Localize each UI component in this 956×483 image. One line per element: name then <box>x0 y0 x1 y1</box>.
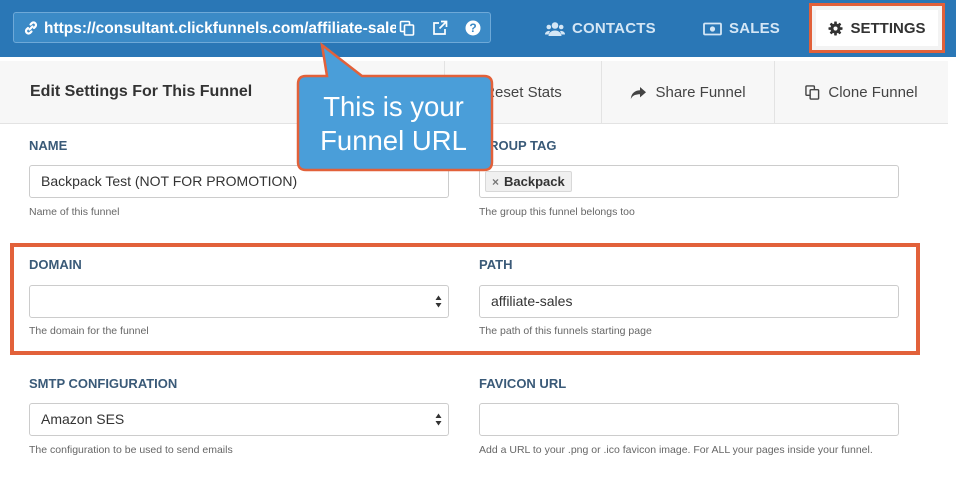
favicon-help: Add a URL to your .png or .ico favicon i… <box>479 444 873 456</box>
group-tag-label: GROUP TAG <box>479 138 557 153</box>
money-icon <box>703 22 722 35</box>
group-tag-help: The group this funnel belongs too <box>479 206 635 218</box>
funnel-url-text[interactable]: https://consultant.clickfunnels.com/affi… <box>44 19 396 39</box>
select-arrows-icon <box>435 413 442 426</box>
domain-path-highlight <box>10 243 920 355</box>
users-icon <box>545 21 565 36</box>
nav-sales-label: SALES <box>729 20 781 37</box>
panel-header: Edit Settings For This Funnel Reset Stat… <box>0 61 948 124</box>
clone-icon <box>805 85 820 100</box>
name-input[interactable]: Backpack Test (NOT FOR PROMOTION) <box>29 165 449 198</box>
remove-tag-icon[interactable]: × <box>492 175 499 189</box>
share-icon <box>631 86 647 99</box>
share-funnel-button[interactable]: Share Funnel <box>601 61 774 124</box>
nav-contacts-label: CONTACTS <box>572 20 656 37</box>
tag-chip-label: Backpack <box>504 174 565 189</box>
copy-icon[interactable] <box>399 20 415 36</box>
svg-text:?: ? <box>469 21 476 35</box>
clone-funnel-label: Clone Funnel <box>828 84 918 101</box>
favicon-label: FAVICON URL <box>479 376 567 391</box>
nav-sales[interactable]: SALES <box>703 0 780 57</box>
smtp-help: The configuration to be used to send ema… <box>29 444 233 456</box>
tag-chip: × Backpack <box>485 171 572 192</box>
share-funnel-label: Share Funnel <box>655 84 746 101</box>
top-bar: https://consultant.clickfunnels.com/affi… <box>0 0 956 57</box>
reset-stats-button[interactable]: Reset Stats <box>444 61 601 124</box>
smtp-label: SMTP CONFIGURATION <box>29 376 178 391</box>
favicon-input[interactable] <box>479 403 899 436</box>
page-title: Edit Settings For This Funnel <box>30 83 253 100</box>
name-label: NAME <box>29 138 68 153</box>
help-icon[interactable]: ? <box>465 20 481 36</box>
name-help: Name of this funnel <box>29 206 120 218</box>
nav-contacts[interactable]: CONTACTS <box>545 0 656 57</box>
smtp-select[interactable]: Amazon SES <box>29 403 449 436</box>
external-link-icon[interactable] <box>432 20 448 36</box>
funnel-url-box[interactable]: https://consultant.clickfunnels.com/affi… <box>13 12 491 43</box>
gear-icon <box>828 20 844 36</box>
smtp-select-value: Amazon SES <box>41 411 125 427</box>
settings-highlight: SETTINGS <box>809 3 945 53</box>
reset-stats-label: Reset Stats <box>484 84 562 101</box>
clone-funnel-button[interactable]: Clone Funnel <box>774 61 948 124</box>
nav-settings[interactable]: SETTINGS <box>816 10 938 46</box>
nav-settings-label: SETTINGS <box>850 19 926 37</box>
link-icon <box>24 21 38 35</box>
group-tag-input[interactable]: × Backpack <box>479 165 899 198</box>
